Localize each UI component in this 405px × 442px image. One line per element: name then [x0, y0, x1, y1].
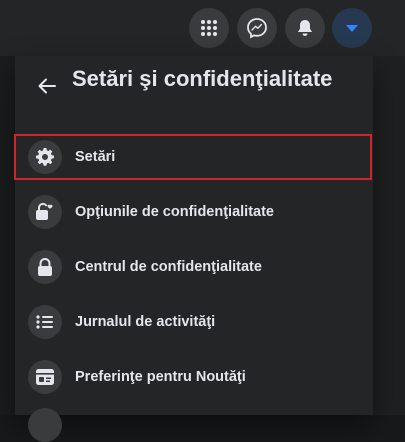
account-button[interactable]: [332, 8, 372, 48]
icon-circle: [28, 195, 62, 229]
panel-title: Setări şi confidenţialitate: [72, 66, 333, 91]
back-button[interactable]: [35, 74, 59, 98]
menu-grid-button[interactable]: [189, 8, 229, 48]
feed-icon: [36, 369, 54, 385]
grid-icon: [201, 20, 217, 36]
menu-item-label: Setări: [75, 149, 116, 165]
menu-item-label: Centrul de confidenţialitate: [75, 259, 262, 275]
icon-circle: [28, 140, 62, 174]
icon-circle: [28, 305, 62, 339]
gear-icon: [36, 148, 54, 166]
partial-icon-circle: [28, 408, 62, 442]
menu-item-label: Jurnalul de activităţi: [75, 314, 216, 330]
messenger-icon: [247, 18, 267, 39]
menu-item-activity-log[interactable]: Jurnalul de activităţi: [15, 299, 371, 345]
list-icon: [36, 315, 53, 329]
caret-down-icon: [346, 25, 358, 32]
lock-icon: [38, 258, 52, 276]
lock-heart-icon: [36, 202, 53, 220]
menu-item-privacy-center[interactable]: Centrul de confidenţialitate: [15, 244, 371, 290]
menu-item-label: Opţiunile de confidenţialitate: [75, 204, 274, 220]
background-left: [0, 0, 15, 415]
back-arrow-icon: [38, 78, 56, 94]
menu-item-label: Preferinţe pentru Noutăţi: [75, 369, 246, 385]
settings-privacy-panel: Setări şi confidenţialitate Setări Opţiu…: [14, 56, 373, 442]
icon-circle: [28, 360, 62, 394]
menu-item-settings[interactable]: Setări: [14, 134, 372, 180]
menu-item-feed-preferences[interactable]: Preferinţe pentru Noutăţi: [15, 354, 371, 400]
notifications-button[interactable]: [285, 8, 325, 48]
top-navigation-bar: [0, 0, 405, 56]
messenger-button[interactable]: [237, 8, 277, 48]
bell-icon: [298, 20, 312, 36]
background-right: [373, 56, 405, 415]
icon-circle: [28, 250, 62, 284]
menu-item-privacy-options[interactable]: Opţiunile de confidenţialitate: [15, 189, 371, 235]
